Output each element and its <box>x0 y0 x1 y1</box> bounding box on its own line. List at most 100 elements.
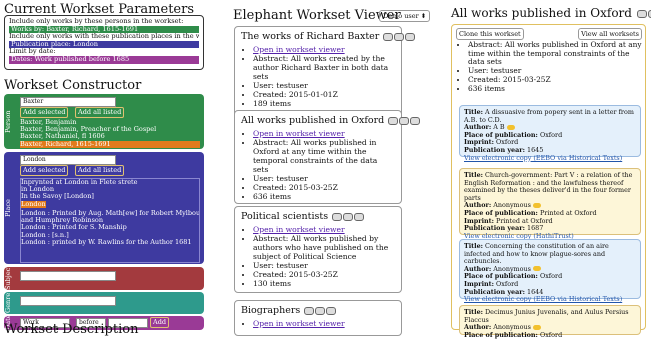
workset-abstract: Abstract: All works created by the autho… <box>253 54 395 81</box>
dates-add-button[interactable]: Add <box>150 317 170 328</box>
open-in-viewer-link[interactable]: Open in workset viewer <box>253 319 345 328</box>
person-add-all-button[interactable]: Add all listed <box>75 107 125 118</box>
person-list-item[interactable]: Baxter, Benjamin, Preacher of the Gospel <box>20 126 200 133</box>
person-list-item[interactable]: Baxter, Nathaniel, fl 1606 <box>20 133 200 140</box>
workset-created: Created: 2015-03-25Z <box>253 270 395 279</box>
edit-icon[interactable] <box>388 116 399 125</box>
view-all-worksets-button[interactable]: View all worksets <box>578 28 642 40</box>
delete-icon[interactable] <box>405 32 416 41</box>
param-line: Limit by date: <box>9 48 56 56</box>
workset-abstract: Abstract: All works published by authors… <box>253 234 395 261</box>
work-record: Title: Concerning the constitution of an… <box>459 239 641 303</box>
param-place-filter[interactable]: Publication place: London <box>9 40 199 49</box>
person-list-item-selected[interactable]: Baxter, Richard, 1615-1691 <box>20 140 200 148</box>
workset-card: Biographers Open in workset viewer <box>234 300 402 336</box>
open-in-viewer-link[interactable]: Open in workset viewer <box>253 225 345 234</box>
record-title: Concerning the constitution of an aire i… <box>464 242 609 266</box>
place-list-item[interactable]: London : printed by W. Rawlins for the A… <box>21 239 199 246</box>
person-search-input[interactable]: Baxter <box>20 97 116 107</box>
place-list-item[interactable]: London : Printed for S. Manship <box>21 224 199 231</box>
workset-user: User: testuser <box>253 174 395 183</box>
person-label: Person <box>4 110 12 133</box>
workset-created: Created: 2015-03-25Z <box>253 183 395 192</box>
workset-abstract: Abstract: All works published in Oxford … <box>253 138 395 174</box>
edit-icon[interactable] <box>636 9 647 18</box>
copy-icon[interactable] <box>315 306 326 315</box>
person-list-item[interactable]: Baxter, Benjamin <box>20 119 200 126</box>
place-list-item[interactable]: London : [s.n.] <box>21 232 199 239</box>
workset-card-title: Biographers <box>241 305 301 316</box>
clone-workset-button[interactable]: Clone this workset <box>456 28 524 40</box>
delete-icon[interactable] <box>326 306 337 315</box>
detail-summary: Abstract: All works published in Oxford … <box>458 40 648 94</box>
author-tag-icon[interactable] <box>532 324 541 330</box>
param-person-filter[interactable]: Works by: Baxter, Richard, 1615-1691 <box>9 25 199 34</box>
subject-panel: Subject <box>4 265 204 290</box>
place-panel: Place London Add selected Add all listed… <box>4 152 204 264</box>
place-list-item[interactable]: In the Savoy [London] <box>21 193 199 200</box>
view-electronic-copy-link[interactable]: View electronic copy (EEBO via Historica… <box>464 295 622 303</box>
record-place: Oxford <box>539 272 563 281</box>
place-list-item[interactable]: and Humphrey Robinson <box>21 217 199 224</box>
detail-title-text: All works published in Oxford <box>451 6 632 20</box>
view-electronic-copy-link[interactable]: View electronic copy (EEBO via Historica… <box>464 154 622 162</box>
record-place: Oxford <box>539 130 563 139</box>
open-in-viewer-link[interactable]: Open in workset viewer <box>253 45 345 54</box>
work-record: Title: Church-government: Part V : a rel… <box>459 168 641 240</box>
param-date-filter[interactable]: Dates: Work published before 1685 <box>9 55 199 64</box>
delete-icon[interactable] <box>410 116 421 125</box>
place-list-item[interactable]: in London <box>21 186 199 193</box>
param-line: Include only works with these publicatio… <box>9 33 199 41</box>
genre-label: Genre <box>4 292 12 314</box>
workset-user: User: testuser <box>253 261 395 270</box>
delete-icon[interactable] <box>354 212 365 221</box>
workset-card-title: All works published in Oxford <box>241 115 385 126</box>
workset-constructor-title: Workset Constructor <box>4 78 142 93</box>
copy-icon[interactable] <box>394 32 405 41</box>
edit-icon[interactable] <box>332 212 343 221</box>
user-select[interactable]: Demo user ⬍ <box>379 10 431 22</box>
place-list[interactable]: Inprynted at London in Flete strete in L… <box>20 178 200 263</box>
record-title: Church-government: Part V : a relation o… <box>464 171 633 202</box>
copy-icon[interactable] <box>343 212 354 221</box>
detail-count: 636 items <box>468 84 648 94</box>
work-record: Title: Decimus Junius Juvenalis, and Aul… <box>459 305 641 339</box>
record-place: Oxford <box>539 330 563 339</box>
place-list-item[interactable]: London : Printed by Aug. Math[ew] for Ro… <box>21 210 199 217</box>
edit-icon[interactable] <box>383 32 394 41</box>
work-record: Title: A dissuasive from popery sent in … <box>459 105 641 161</box>
viewer-title: Elephant Workset Viewer <box>233 8 401 23</box>
detail-title: All works published in Oxford <box>451 6 651 20</box>
copy-icon[interactable] <box>399 116 410 125</box>
person-add-selected-button[interactable]: Add selected <box>20 107 69 118</box>
workset-card: All works published in Oxford Open in wo… <box>234 110 421 204</box>
subject-search-input[interactable] <box>20 271 116 281</box>
user-select-value: Demo user <box>383 12 419 20</box>
subject-label: Subject <box>4 265 12 290</box>
person-panel: Person Baxter Add selected Add all liste… <box>4 94 204 149</box>
place-list-item-selected[interactable]: London <box>21 200 46 208</box>
place-add-all-button[interactable]: Add all listed <box>75 165 125 176</box>
genre-search-input[interactable] <box>20 296 116 306</box>
detail-abstract: Abstract: All works published in Oxford … <box>468 40 648 67</box>
open-in-viewer-link[interactable]: Open in workset viewer <box>253 129 345 138</box>
place-search-input[interactable]: London <box>20 155 116 165</box>
genre-panel: Genre <box>4 292 204 314</box>
place-add-selected-button[interactable]: Add selected <box>20 165 69 176</box>
person-list: Baxter, Benjamin Baxter, Benjamin, Preac… <box>20 119 200 148</box>
author-tag-icon[interactable] <box>506 124 515 130</box>
workset-user: User: testuser <box>253 81 395 90</box>
workset-detail-panel: Clone this workset View all worksets Abs… <box>451 24 648 339</box>
parameters-box: Include only works by these persons in t… <box>4 15 204 70</box>
param-line: Include only works by these persons in t… <box>9 18 184 25</box>
workset-count: 189 items <box>253 99 395 108</box>
workset-count: 636 items <box>253 192 395 201</box>
workset-created: Created: 2015-01-01Z <box>253 90 395 99</box>
record-title: A dissuasive from popery sent in a lette… <box>464 108 634 124</box>
record-title: Decimus Junius Juvenalis, and Aulus Pers… <box>464 308 629 324</box>
edit-icon[interactable] <box>304 306 315 315</box>
workset-card-title: The works of Richard Baxter <box>241 31 380 42</box>
author-tag-icon[interactable] <box>532 202 541 208</box>
author-tag-icon[interactable] <box>532 266 541 272</box>
place-list-item[interactable]: Inprynted at London in Flete strete <box>21 179 199 186</box>
